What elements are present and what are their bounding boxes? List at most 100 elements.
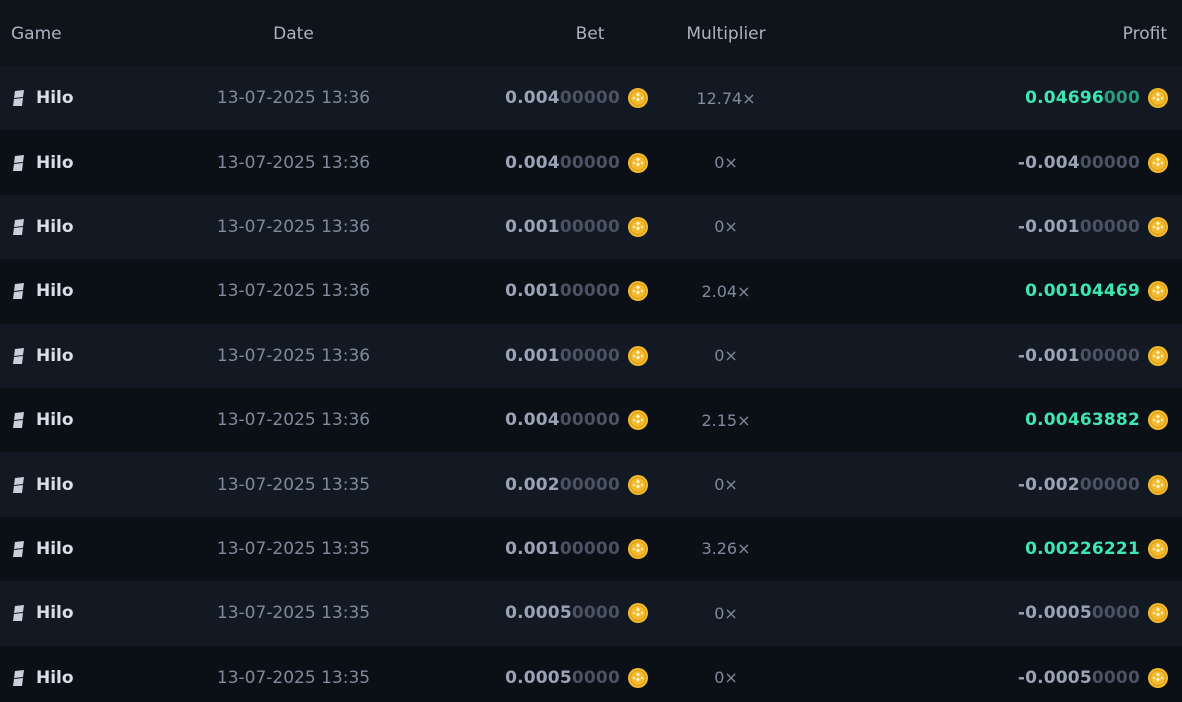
profit-amount-significant: 0.00463882 xyxy=(1025,410,1140,431)
profit-cell: -0.00400000 xyxy=(802,152,1182,173)
date-cell: 13-07-2025 13:35 xyxy=(155,603,432,623)
multiplier-cell: 2.04× xyxy=(650,282,802,301)
bet-amount: 0.00400000 xyxy=(505,88,620,108)
game-cell[interactable]: Hilo xyxy=(0,217,155,237)
profit-amount-significant: -0.002 xyxy=(1017,474,1080,495)
profit-amount: 0.00226221 xyxy=(1025,539,1140,559)
game-cell[interactable]: Hilo xyxy=(0,668,155,688)
bet-cell: 0.00400000 xyxy=(432,410,650,431)
game-cell[interactable]: Hilo xyxy=(0,88,155,108)
hilo-cards-icon xyxy=(13,347,24,364)
game-cell[interactable]: Hilo xyxy=(0,475,155,495)
hilo-cards-icon xyxy=(13,540,24,557)
bet-cell: 0.00050000 xyxy=(432,667,650,688)
table-row[interactable]: Hilo 13-07-2025 13:36 0.00400000 0× -0.0… xyxy=(0,130,1182,195)
bet-cell: 0.00200000 xyxy=(432,474,650,495)
bnb-coin-icon xyxy=(628,603,648,624)
game-name[interactable]: Hilo xyxy=(36,346,74,366)
profit-amount-significant: 0.04696 xyxy=(1025,88,1104,109)
profit-amount-padding: 00000 xyxy=(1079,152,1140,173)
bet-amount-padding: 00000 xyxy=(559,474,620,495)
bet-amount-padding: 00000 xyxy=(559,88,620,109)
game-name[interactable]: Hilo xyxy=(36,217,74,237)
profit-cell: -0.00100000 xyxy=(802,345,1182,366)
bet-amount-significant: 0.001 xyxy=(505,538,560,559)
profit-amount-padding: 000 xyxy=(1103,88,1140,109)
hilo-cards-icon xyxy=(13,154,24,171)
game-name[interactable]: Hilo xyxy=(36,475,74,495)
game-name[interactable]: Hilo xyxy=(36,603,74,623)
profit-cell: -0.00050000 xyxy=(802,667,1182,688)
table-row[interactable]: Hilo 13-07-2025 13:35 0.00050000 0× -0.0… xyxy=(0,645,1182,702)
profit-amount-significant: -0.001 xyxy=(1017,345,1080,366)
game-name[interactable]: Hilo xyxy=(36,153,74,173)
bet-cell: 0.00050000 xyxy=(432,603,650,624)
bet-date: 13-07-2025 13:36 xyxy=(216,216,371,237)
bet-amount-significant: 0.0005 xyxy=(505,667,572,688)
profit-cell: 0.00104469 xyxy=(802,281,1182,302)
date-cell: 13-07-2025 13:36 xyxy=(155,410,432,430)
bet-amount-significant: 0.002 xyxy=(505,474,560,495)
profit-amount-padding: 0000 xyxy=(1091,603,1140,624)
bet-cell: 0.00100000 xyxy=(432,281,650,302)
profit-amount: -0.00200000 xyxy=(1018,475,1140,495)
table-row[interactable]: Hilo 13-07-2025 13:35 0.00050000 0× -0.0… xyxy=(0,581,1182,646)
table-row[interactable]: Hilo 13-07-2025 13:36 0.00400000 12.74× … xyxy=(0,66,1182,131)
profit-amount: -0.00100000 xyxy=(1018,346,1140,366)
table-row[interactable]: Hilo 13-07-2025 13:35 0.00100000 3.26× 0… xyxy=(0,516,1182,582)
bet-amount-padding: 00000 xyxy=(559,152,620,173)
game-cell[interactable]: Hilo xyxy=(0,346,155,366)
game-cell[interactable]: Hilo xyxy=(0,281,155,301)
bnb-coin-icon xyxy=(1148,216,1168,237)
date-cell: 13-07-2025 13:36 xyxy=(155,217,432,237)
multiplier: 0× xyxy=(714,346,738,366)
date-cell: 13-07-2025 13:36 xyxy=(155,281,432,301)
game-cell[interactable]: Hilo xyxy=(0,410,155,430)
multiplier-cell: 0× xyxy=(650,668,802,687)
profit-amount-significant: -0.004 xyxy=(1017,152,1080,173)
game-name[interactable]: Hilo xyxy=(36,410,74,430)
bet-date: 13-07-2025 13:36 xyxy=(216,281,371,302)
game-cell[interactable]: Hilo xyxy=(0,603,155,623)
bet-amount-significant: 0.004 xyxy=(505,152,560,173)
bnb-coin-icon xyxy=(1148,667,1168,688)
bet-date: 13-07-2025 13:36 xyxy=(216,88,371,109)
profit-amount: -0.00050000 xyxy=(1018,668,1140,688)
multiplier: 2.15× xyxy=(701,410,751,430)
hilo-cards-icon xyxy=(13,605,24,622)
profit-amount: 0.00463882 xyxy=(1025,410,1140,430)
table-row[interactable]: Hilo 13-07-2025 13:36 0.00100000 0× -0.0… xyxy=(0,194,1182,260)
game-cell[interactable]: Hilo xyxy=(0,539,155,559)
bet-amount: 0.00400000 xyxy=(505,410,620,430)
bnb-coin-icon xyxy=(628,474,648,495)
game-name[interactable]: Hilo xyxy=(36,668,74,688)
table-header: Game Date Bet Multiplier Profit xyxy=(0,0,1182,66)
game-name[interactable]: Hilo xyxy=(36,539,74,559)
multiplier-cell: 0× xyxy=(650,604,802,623)
table-row[interactable]: Hilo 13-07-2025 13:36 0.00100000 0× -0.0… xyxy=(0,323,1182,388)
hilo-cards-icon xyxy=(13,412,24,429)
table-row[interactable]: Hilo 13-07-2025 13:36 0.00400000 2.15× 0… xyxy=(0,387,1182,453)
table-row[interactable]: Hilo 13-07-2025 13:36 0.00100000 2.04× 0… xyxy=(0,259,1182,324)
bet-date: 13-07-2025 13:35 xyxy=(216,474,371,495)
multiplier: 12.74× xyxy=(696,88,756,108)
multiplier-cell: 2.15× xyxy=(650,411,802,430)
date-cell: 13-07-2025 13:35 xyxy=(155,475,432,495)
bet-amount: 0.00100000 xyxy=(505,346,620,366)
table-row[interactable]: Hilo 13-07-2025 13:35 0.00200000 0× -0.0… xyxy=(0,452,1182,517)
date-cell: 13-07-2025 13:35 xyxy=(155,668,432,688)
profit-amount-padding: 00000 xyxy=(1079,345,1140,366)
bet-amount-padding: 00000 xyxy=(559,216,620,237)
profit-amount: 0.00104469 xyxy=(1025,281,1140,301)
game-cell[interactable]: Hilo xyxy=(0,153,155,173)
hilo-cards-icon xyxy=(13,283,24,300)
bet-amount: 0.00050000 xyxy=(505,603,620,623)
game-name[interactable]: Hilo xyxy=(36,281,74,301)
bet-amount-significant: 0.0005 xyxy=(505,603,572,624)
bet-amount: 0.00100000 xyxy=(505,539,620,559)
game-name[interactable]: Hilo xyxy=(36,88,74,108)
bet-amount-significant: 0.004 xyxy=(505,88,560,109)
bet-date: 13-07-2025 13:36 xyxy=(216,152,371,173)
bnb-coin-icon xyxy=(628,538,648,559)
bnb-coin-icon xyxy=(1148,152,1168,173)
